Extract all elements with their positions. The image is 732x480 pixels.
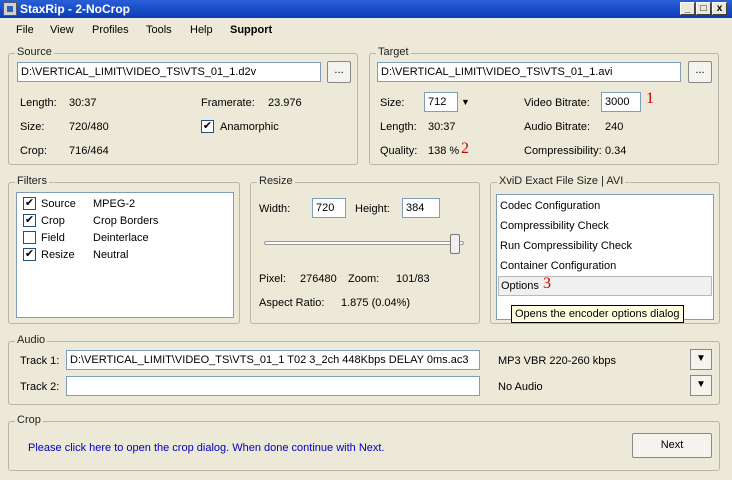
target-size-field[interactable]: 712 [424, 92, 458, 112]
source-length-label: Length: [20, 97, 57, 109]
source-crop-label: Crop: [20, 145, 47, 157]
target-group-label: Target [376, 46, 411, 58]
framerate-value: 23.976 [268, 97, 302, 109]
quality-value: 138 % [428, 145, 460, 157]
source-path-field[interactable]: D:\VERTICAL_LIMIT\VIDEO_TS\VTS_01_1.d2v [17, 62, 321, 82]
resize-group-label: Resize [257, 175, 295, 187]
track2-dropdown-button[interactable]: ▼ [690, 375, 712, 396]
source-group-label: Source [15, 46, 54, 58]
width-field[interactable]: 720 [312, 198, 346, 218]
track2-path-field[interactable] [66, 376, 480, 396]
encoder-menu-list[interactable]: Codec Configuration Compressibility Chec… [496, 194, 714, 320]
codec-configuration-item[interactable]: Codec Configuration [500, 200, 600, 212]
quality-label: Quality: [380, 145, 418, 157]
audio-group-label: Audio [15, 334, 48, 346]
run-compressibility-check-item[interactable]: Run Compressibility Check [500, 240, 632, 252]
width-label: Width: [259, 203, 291, 215]
resize-slider-thumb[interactable] [450, 234, 460, 254]
pixel-label: Pixel: [259, 273, 286, 285]
height-field[interactable]: 384 [402, 198, 440, 218]
filter-crop-name[interactable]: Crop [41, 215, 65, 227]
options-tooltip: Opens the encoder options dialog [511, 305, 684, 323]
target-browse-button[interactable]: ... [688, 61, 712, 83]
window-title: StaxRip - 2-NoCrop [20, 2, 131, 16]
framerate-label: Framerate: [201, 97, 255, 109]
filter-crop-value[interactable]: Crop Borders [93, 215, 158, 227]
menu-file[interactable]: File [16, 24, 34, 36]
anamorphic-checkbox[interactable]: ✔ [201, 120, 214, 133]
title-bar: StaxRip - 2-NoCrop _ □ x [0, 0, 732, 18]
track1-label: Track 1: [20, 355, 60, 367]
track2-profile[interactable]: No Audio [498, 381, 543, 393]
zoom-value: 101/83 [396, 273, 430, 285]
crop-dialog-link[interactable]: Please click here to open the crop dialo… [28, 442, 385, 454]
annotation-marker-2: 2 [461, 140, 469, 157]
minimize-button[interactable]: _ [680, 2, 695, 15]
annotation-marker-1: 1 [646, 90, 654, 107]
source-length-value: 30:37 [69, 97, 97, 109]
zoom-label: Zoom: [348, 273, 380, 285]
filter-field-name[interactable]: Field [41, 232, 65, 244]
filter-resize-checkbox[interactable]: ✔ [23, 248, 36, 261]
container-configuration-item[interactable]: Container Configuration [500, 260, 616, 272]
filter-source-name[interactable]: Source [41, 198, 76, 210]
filter-source-value[interactable]: MPEG-2 [93, 198, 135, 210]
menu-bar: File View Profiles Tools Help Support [0, 19, 732, 41]
compressibility-value: 0.34 [605, 145, 627, 157]
options-item-label[interactable]: Options [501, 280, 539, 292]
track1-profile[interactable]: MP3 VBR 220-260 kbps [498, 355, 616, 367]
maximize-button[interactable]: □ [696, 2, 711, 15]
source-size-value: 720/480 [69, 121, 109, 133]
resize-slider[interactable] [264, 232, 464, 256]
height-label: Height: [355, 203, 390, 215]
audio-bitrate-value: 240 [605, 121, 624, 133]
anamorphic-label: Anamorphic [220, 121, 279, 133]
encoder-group-label: XviD Exact File Size | AVI [497, 175, 626, 187]
target-path-field[interactable]: D:\VERTICAL_LIMIT\VIDEO_TS\VTS_01_1.avi [377, 62, 681, 82]
track1-dropdown-button[interactable]: ▼ [690, 349, 712, 370]
audio-bitrate-label: Audio Bitrate: [524, 121, 591, 133]
annotation-marker-3: 3 [543, 275, 551, 292]
filter-crop-checkbox[interactable]: ✔ [23, 214, 36, 227]
target-size-dropdown-icon[interactable]: ▼ [461, 97, 470, 107]
compressibility-label: Compressibility: [524, 145, 602, 157]
target-length-label: Length: [380, 121, 417, 133]
app-icon [3, 2, 17, 16]
filter-field-checkbox[interactable] [23, 231, 36, 244]
filters-list[interactable]: ✔ Source MPEG-2 ✔ Crop Crop Borders Fiel… [16, 192, 234, 318]
video-bitrate-field[interactable]: 3000 [601, 92, 641, 112]
filter-resize-name[interactable]: Resize [41, 249, 75, 261]
resize-slider-track [264, 241, 464, 245]
source-crop-value: 716/464 [69, 145, 109, 157]
filter-field-value[interactable]: Deinterlace [93, 232, 149, 244]
menu-tools[interactable]: Tools [146, 24, 172, 36]
menu-help[interactable]: Help [190, 24, 213, 36]
next-button[interactable]: Next [632, 433, 712, 458]
options-item[interactable]: Options 3 [498, 275, 712, 296]
aspect-ratio-label: Aspect Ratio: [259, 297, 325, 309]
filter-source-checkbox[interactable]: ✔ [23, 197, 36, 210]
filter-resize-value[interactable]: Neutral [93, 249, 128, 261]
close-button[interactable]: x [712, 2, 727, 15]
track1-path-field[interactable]: D:\VERTICAL_LIMIT\VIDEO_TS\VTS_01_1 T02 … [66, 350, 480, 370]
menu-view[interactable]: View [50, 24, 74, 36]
source-browse-button[interactable]: ... [327, 61, 351, 83]
source-size-label: Size: [20, 121, 45, 133]
aspect-ratio-value: 1.875 (0.04%) [341, 297, 411, 309]
video-bitrate-label: Video Bitrate: [524, 97, 590, 109]
target-length-value: 30:37 [428, 121, 456, 133]
track2-label: Track 2: [20, 381, 60, 393]
filters-group-label: Filters [15, 175, 49, 187]
crop-group-label: Crop [15, 414, 43, 426]
target-size-label: Size: [380, 97, 405, 109]
pixel-value: 276480 [300, 273, 337, 285]
menu-profiles[interactable]: Profiles [92, 24, 129, 36]
compressibility-check-item[interactable]: Compressibility Check [500, 220, 609, 232]
menu-support[interactable]: Support [230, 24, 272, 36]
